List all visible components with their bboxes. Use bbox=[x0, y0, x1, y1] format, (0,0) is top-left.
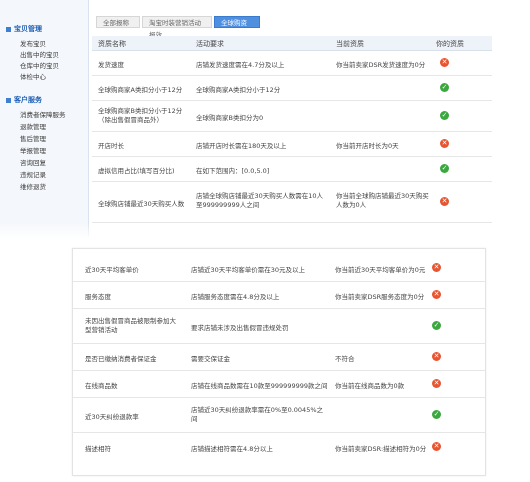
row-current: 你当前卖家DSR发货速度为0分 bbox=[336, 61, 426, 69]
pass-icon: ✓ bbox=[432, 410, 441, 419]
row-name: 发货速度 bbox=[98, 61, 124, 69]
row-name: 近30天平均客单价 bbox=[85, 266, 139, 274]
row-requirement: 要求店铺未涉及出售假冒违规处罚 bbox=[191, 324, 289, 332]
row-requirement: 店铺近30天平均客单价需在30元及以上 bbox=[191, 266, 306, 274]
fade-overlay bbox=[0, 222, 530, 242]
row-requirement: 需要交保证金 bbox=[191, 355, 230, 363]
sidebar-item[interactable]: 体检中心 bbox=[20, 71, 46, 81]
row-requirement: 店铺在线商品数需在10款至999999999款之间 bbox=[191, 382, 328, 390]
row-requirement: 店铺开店时长需在180天及以上 bbox=[196, 142, 287, 150]
row-current: 你当前开店时长为0天 bbox=[336, 142, 399, 150]
header-status: 你的资质 bbox=[436, 40, 464, 48]
row-current: 你当前近30天平均客单价为0元 bbox=[335, 266, 426, 274]
header-current: 当前资质 bbox=[336, 40, 364, 48]
sidebar-item[interactable]: 举报管理 bbox=[20, 145, 46, 155]
row-name: 全球购商家A类扣分小于12分 bbox=[98, 86, 183, 94]
table-row: 发货速度 店铺发货速度需在4.7分及以上 你当前卖家DSR发货速度为0分 ✕ bbox=[92, 51, 492, 76]
sidebar-item[interactable]: 维修退货 bbox=[20, 181, 46, 191]
row-requirement: 店铺描述相符需在4.8分以上 bbox=[191, 445, 273, 453]
top-screenshot: 宝贝管理 发布宝贝 出售中的宝贝 仓库中的宝贝 体检中心 客户服务 消费者保障服… bbox=[0, 0, 530, 242]
row-current: 不符合 bbox=[335, 355, 355, 363]
row-requirement: 在如下范围内：[0.0,5.0] bbox=[196, 167, 270, 175]
table-row: 近30天纠纷退款率 店铺近30天纠纷退款率需在0%至0.0045%之间 ✓ bbox=[73, 398, 485, 433]
fail-icon: ✕ bbox=[432, 290, 441, 299]
bottom-screenshot: 近30天平均客单价 店铺近30天平均客单价需在30元及以上 你当前近30天平均客… bbox=[72, 248, 486, 476]
pass-icon: ✓ bbox=[432, 321, 441, 330]
sidebar-item[interactable]: 消费者保障服务 bbox=[20, 109, 66, 119]
table-row: 全球购商家A类扣分小于12分 全球购商家A类扣分小于12分 ✓ bbox=[92, 76, 492, 101]
pass-icon: ✓ bbox=[440, 164, 449, 173]
row-current: 你当前在线商品数为0款 bbox=[335, 382, 405, 390]
pass-icon: ✓ bbox=[440, 83, 449, 92]
table-row: 服务态度 店铺服务态度需在4.8分及以上 你当前卖家DSR服务态度为0分 ✕ bbox=[73, 282, 485, 309]
sidebar-item[interactable]: 退款管理 bbox=[20, 121, 46, 131]
fail-icon: ✕ bbox=[432, 263, 441, 272]
row-current: 你当前卖家DSR服务态度为0分 bbox=[335, 293, 425, 301]
row-requirement: 全球购商家B类扣分为0 bbox=[196, 114, 264, 122]
row-requirement: 店铺近30天纠纷退款率需在0%至0.0045%之间 bbox=[191, 406, 324, 423]
row-requirement: 店铺全球购店铺最近30天购买人数需在10人至999999999人之间 bbox=[196, 192, 324, 209]
sidebar-item[interactable]: 违规记录 bbox=[20, 169, 46, 179]
table-row: 近30天平均客单价 店铺近30天平均客单价需在30元及以上 你当前近30天平均客… bbox=[73, 255, 485, 282]
fail-icon: ✕ bbox=[432, 379, 441, 388]
tab-global[interactable]: 全球购资质 bbox=[214, 16, 260, 39]
row-current: 你当前卖家DSR:描述相符为0分 bbox=[335, 445, 427, 453]
section-marker-icon bbox=[6, 26, 11, 32]
row-name: 全球购店铺最近30天购买人数 bbox=[98, 200, 185, 208]
row-name: 服务态度 bbox=[85, 293, 111, 301]
sidebar-item[interactable]: 出售中的宝贝 bbox=[20, 49, 59, 59]
row-name: 近30天纠纷退款率 bbox=[85, 413, 139, 421]
row-name: 描述相符 bbox=[85, 445, 111, 453]
sidebar-item[interactable]: 售后管理 bbox=[20, 133, 46, 143]
pass-icon: ✓ bbox=[440, 111, 449, 120]
header-name: 资质名称 bbox=[98, 40, 126, 48]
tab-all[interactable]: 全部报称 bbox=[96, 16, 140, 28]
row-name: 是否已缴纳消费者保证金 bbox=[85, 355, 157, 363]
table-row: 是否已缴纳消费者保证金 需要交保证金 不符合 ✕ bbox=[73, 344, 485, 371]
row-name: 未因出售假冒商品被限制参加大型营销活动 bbox=[85, 317, 176, 334]
table-header: 资质名称 活动要求 当前资质 你的资质 bbox=[92, 36, 492, 51]
table-row: 描述相符 店铺描述相符需在4.8分以上 你当前卖家DSR:描述相符为0分 ✕ bbox=[73, 433, 485, 461]
row-requirement: 店铺服务态度需在4.8分及以上 bbox=[191, 293, 280, 301]
sidebar-item[interactable]: 发布宝贝 bbox=[20, 38, 46, 48]
table-row: 全球购店铺最近30天购买人数 店铺全球购店铺最近30天购买人数需在10人至999… bbox=[92, 182, 492, 223]
table-row: 开店时长 店铺开店时长需在180天及以上 你当前开店时长为0天 ✕ bbox=[92, 132, 492, 157]
sidebar-item[interactable]: 咨询回复 bbox=[20, 157, 46, 167]
row-name: 开店时长 bbox=[98, 142, 124, 150]
sidebar-section-title[interactable]: 宝贝管理 bbox=[6, 24, 42, 34]
section-marker-icon bbox=[6, 97, 11, 103]
fail-icon: ✕ bbox=[440, 139, 449, 148]
row-requirement: 店铺发货速度需在4.7分及以上 bbox=[196, 61, 285, 69]
header-requirement: 活动要求 bbox=[196, 40, 224, 48]
table-row: 虚拟信用占比(填写百分比) 在如下范围内：[0.0,5.0] ✓ bbox=[92, 157, 492, 182]
table-row: 全球购商家B类扣分小于12分（除出售假冒商品外） 全球购商家B类扣分为0 ✓ bbox=[92, 101, 492, 132]
tab-campaign[interactable]: 淘宝时装营销活动报效 bbox=[142, 16, 212, 39]
sidebar-section-title[interactable]: 客户服务 bbox=[6, 95, 42, 105]
row-name: 全球购商家B类扣分小于12分（除出售假冒商品外） bbox=[98, 107, 183, 124]
fail-icon: ✕ bbox=[440, 197, 449, 206]
row-name: 虚拟信用占比(填写百分比) bbox=[98, 167, 175, 175]
row-name: 在线商品数 bbox=[85, 382, 118, 390]
row-current: 你当前全球购店铺最近30天购买人数为0人 bbox=[336, 192, 429, 209]
table-row: 未因出售假冒商品被限制参加大型营销活动 要求店铺未涉及出售假冒违规处罚 ✓ bbox=[73, 309, 485, 344]
fail-icon: ✕ bbox=[432, 442, 441, 451]
fail-icon: ✕ bbox=[432, 352, 441, 361]
sidebar-item[interactable]: 仓库中的宝贝 bbox=[20, 60, 59, 70]
fail-icon: ✕ bbox=[440, 58, 449, 67]
table-row: 在线商品数 店铺在线商品数需在10款至999999999款之间 你当前在线商品数… bbox=[73, 371, 485, 398]
sidebar: 宝贝管理 发布宝贝 出售中的宝贝 仓库中的宝贝 体检中心 客户服务 消费者保障服… bbox=[0, 0, 89, 242]
row-requirement: 全球购商家A类扣分小于12分 bbox=[196, 86, 281, 94]
